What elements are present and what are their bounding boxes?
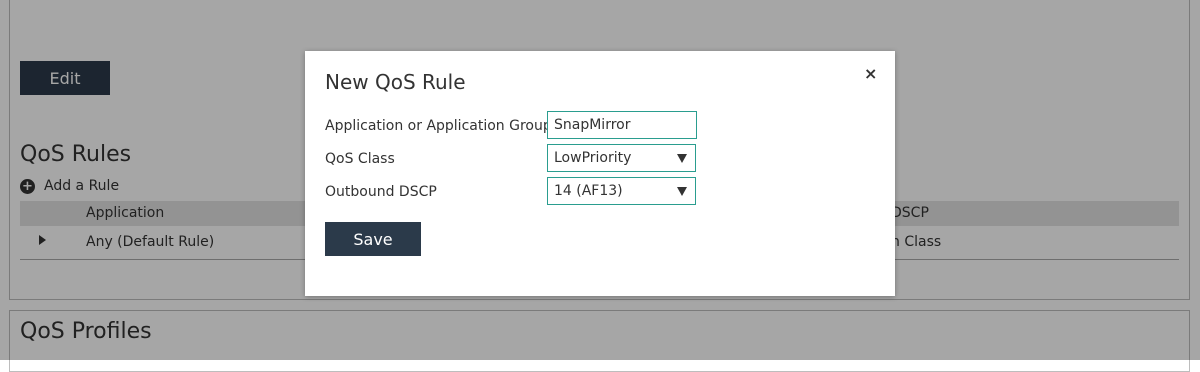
save-button[interactable]: Save: [325, 222, 421, 256]
close-icon[interactable]: ×: [864, 66, 877, 82]
new-qos-rule-dialog: New QoS Rule × Application or Applicatio…: [305, 51, 895, 296]
dialog-title: New QoS Rule: [325, 70, 466, 94]
application-label: Application or Application Group: [325, 118, 552, 134]
qos-class-label: QoS Class: [325, 151, 395, 167]
chevron-down-icon: [677, 187, 687, 196]
outbound-dscp-select[interactable]: 14 (AF13): [547, 177, 696, 205]
qos-class-select[interactable]: LowPriority: [547, 144, 696, 172]
outbound-dscp-value: 14 (AF13): [554, 183, 623, 199]
application-input[interactable]: [547, 111, 697, 139]
chevron-down-icon: [677, 154, 687, 163]
qos-class-value: LowPriority: [554, 150, 632, 166]
outbound-dscp-label: Outbound DSCP: [325, 184, 437, 200]
